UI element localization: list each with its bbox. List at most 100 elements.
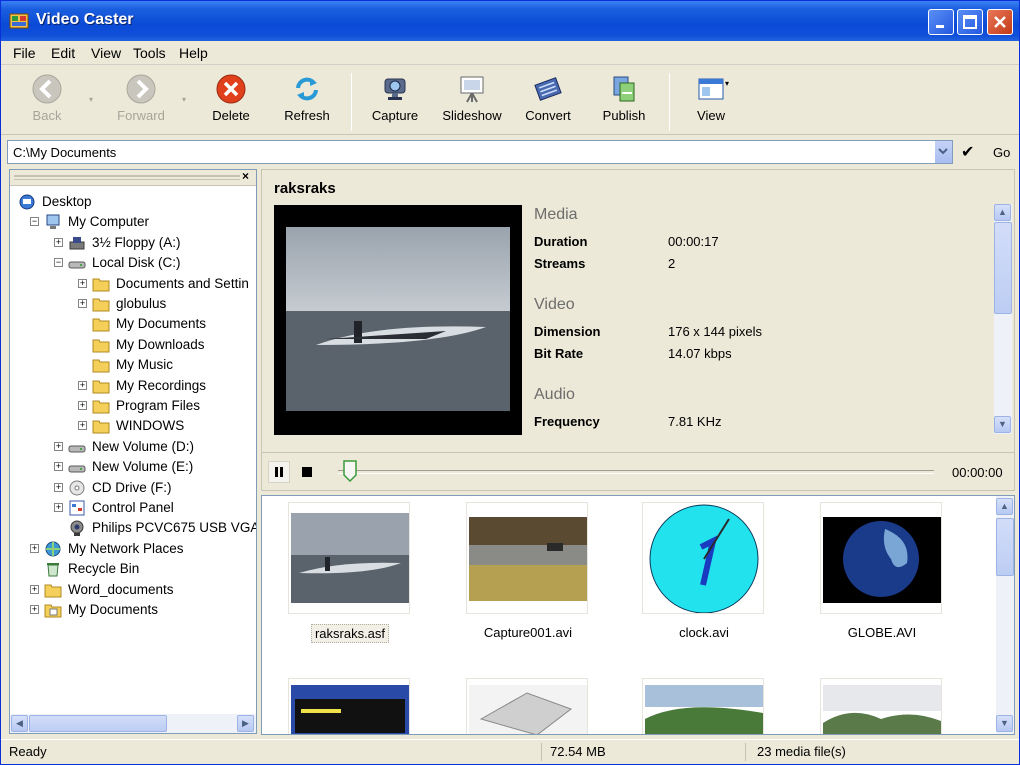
collapse-icon[interactable]: − — [30, 217, 39, 227]
close-icon — [994, 16, 1006, 28]
seek-bar[interactable] — [338, 470, 934, 474]
tree-node[interactable]: + CD Drive (F:) — [54, 478, 250, 498]
tree-node[interactable]: + Documents and Settin — [78, 274, 250, 294]
panel-grip[interactable] — [14, 175, 240, 180]
pause-button[interactable] — [268, 461, 290, 483]
expand-icon[interactable]: + — [78, 299, 87, 308]
tree-node[interactable]: − Local Disk (C:) — [54, 253, 250, 273]
refresh-label: Refresh — [284, 108, 330, 123]
playback-controls: 00:00:00 — [262, 452, 1014, 490]
close-panel-icon[interactable]: × — [242, 169, 249, 183]
close-button[interactable] — [987, 9, 1013, 35]
scroll-thumb[interactable] — [996, 518, 1014, 576]
properties-vertical-scrollbar[interactable]: ▲ ▼ — [994, 204, 1012, 434]
tree-node[interactable]: + Program Files — [78, 396, 250, 416]
tree-node[interactable]: My Music — [78, 355, 250, 375]
tree-node[interactable]: Recycle Bin — [30, 559, 250, 579]
tree-node[interactable]: Desktop — [18, 192, 250, 212]
expand-icon[interactable]: + — [78, 380, 87, 390]
expand-icon[interactable]: + — [78, 401, 87, 410]
tree-node[interactable]: Philips PCVC675 USB VGA — [54, 518, 256, 538]
scroll-thumb[interactable] — [994, 222, 1012, 314]
scroll-thumb[interactable] — [29, 715, 167, 732]
menu-view[interactable]: View — [91, 45, 121, 61]
forward-dropdown-icon[interactable]: ▾ — [182, 95, 186, 104]
capture-button[interactable]: Capture — [355, 73, 435, 123]
thumbnails-vertical-scrollbar[interactable]: ▲ ▼ — [996, 496, 1014, 734]
expand-icon[interactable]: + — [30, 584, 39, 594]
tree-node[interactable]: + My Recordings — [78, 376, 250, 396]
expand-icon[interactable]: + — [54, 237, 63, 247]
video-player[interactable] — [274, 205, 522, 435]
title-bar[interactable]: Video Caster — [1, 1, 1019, 41]
go-button[interactable]: Go — [993, 145, 1010, 160]
thumbnail-item[interactable] — [288, 678, 412, 734]
thumbnail-caption: clock.avi — [679, 625, 729, 640]
go-check-icon[interactable]: ✔ — [961, 142, 974, 162]
tree-node-label: Documents and Settin — [116, 275, 249, 291]
expand-icon[interactable]: + — [78, 278, 87, 288]
collapse-icon[interactable]: − — [54, 258, 63, 268]
menu-file[interactable]: File — [13, 45, 36, 61]
thumbnail-item[interactable] — [642, 678, 766, 734]
tree-node[interactable]: + WINDOWS — [78, 416, 250, 436]
menu-edit[interactable]: Edit — [51, 45, 75, 61]
scroll-up-icon[interactable]: ▲ — [994, 204, 1011, 221]
expand-icon[interactable]: + — [54, 503, 63, 512]
tree-node[interactable]: + Word_documents — [30, 580, 250, 600]
scroll-up-icon[interactable]: ▲ — [996, 498, 1013, 515]
tree-node[interactable]: My Downloads — [78, 335, 250, 355]
forward-button[interactable]: Forward — [101, 73, 181, 123]
tree-node[interactable]: + New Volume (E:) — [54, 457, 250, 477]
publish-button[interactable]: Publish — [584, 73, 664, 123]
slideshow-button[interactable]: Slideshow — [432, 73, 512, 123]
menu-tools[interactable]: Tools — [133, 45, 166, 61]
back-button[interactable]: Back — [7, 73, 87, 123]
expand-icon[interactable]: + — [54, 482, 63, 492]
folder-tree-panel: × Desktop − My Computer +3½ Floppy (A:) − Loc… — [9, 169, 257, 734]
playback-time: 00:00:00 — [952, 465, 1003, 480]
tree-node[interactable]: − My Computer — [30, 212, 250, 232]
thumbnail-item[interactable]: clock.avi — [642, 502, 766, 641]
address-dropdown-button[interactable] — [934, 141, 952, 163]
delete-button[interactable]: Delete — [191, 73, 271, 123]
expand-icon[interactable]: + — [78, 421, 87, 431]
thumbnail-item[interactable]: raksraks.asf — [288, 502, 412, 643]
tree-node[interactable]: + My Documents — [30, 600, 250, 620]
tree-node[interactable]: + Control Panel — [54, 498, 250, 518]
tree-node[interactable]: +3½ Floppy (A:) — [54, 233, 250, 253]
scroll-left-icon[interactable]: ◀ — [11, 715, 28, 732]
tree-node[interactable]: + My Network Places — [30, 539, 250, 559]
expand-icon[interactable]: + — [30, 543, 39, 553]
thumbnail-item[interactable] — [466, 678, 590, 734]
scroll-down-icon[interactable]: ▼ — [996, 715, 1013, 732]
scroll-down-icon[interactable]: ▼ — [994, 416, 1011, 433]
thumbnail-caption: raksraks.asf — [310, 624, 390, 643]
thumbnail-item[interactable] — [820, 678, 944, 734]
tree-node[interactable]: + New Volume (D:) — [54, 437, 250, 457]
expand-icon[interactable]: + — [54, 441, 63, 451]
refresh-button[interactable]: Refresh — [267, 73, 347, 123]
seek-thumb[interactable] — [343, 460, 357, 482]
view-button[interactable]: View — [671, 73, 751, 123]
tree-node[interactable]: My Documents — [78, 314, 250, 334]
expand-icon[interactable]: + — [54, 462, 63, 472]
stop-button[interactable] — [296, 461, 318, 483]
expand-icon[interactable]: + — [30, 605, 39, 614]
menu-help[interactable]: Help — [179, 45, 208, 61]
view-dropdown-icon[interactable]: ▾ — [725, 79, 729, 88]
tree-node-label: CD Drive (F:) — [92, 479, 172, 495]
tree-horizontal-scrollbar[interactable]: ◀ ▶ — [10, 714, 256, 733]
maximize-button[interactable] — [957, 9, 983, 35]
address-input[interactable]: C:\My Documents — [7, 140, 953, 164]
scroll-right-icon[interactable]: ▶ — [237, 715, 254, 732]
minimize-button[interactable] — [928, 9, 954, 35]
toolbar: Back ▾ Forward ▾ Delete Refresh Capture … — [1, 67, 1019, 135]
thumbnail-item[interactable]: GLOBE.AVI — [820, 502, 944, 641]
address-bar: C:\My Documents ✔ Go — [1, 138, 1019, 166]
back-dropdown-icon[interactable]: ▾ — [89, 95, 93, 104]
forward-label: Forward — [117, 108, 165, 123]
tree-node[interactable]: + globulus — [78, 294, 250, 314]
convert-button[interactable]: Convert — [508, 73, 588, 123]
thumbnail-item[interactable]: Capture001.avi — [466, 502, 590, 641]
